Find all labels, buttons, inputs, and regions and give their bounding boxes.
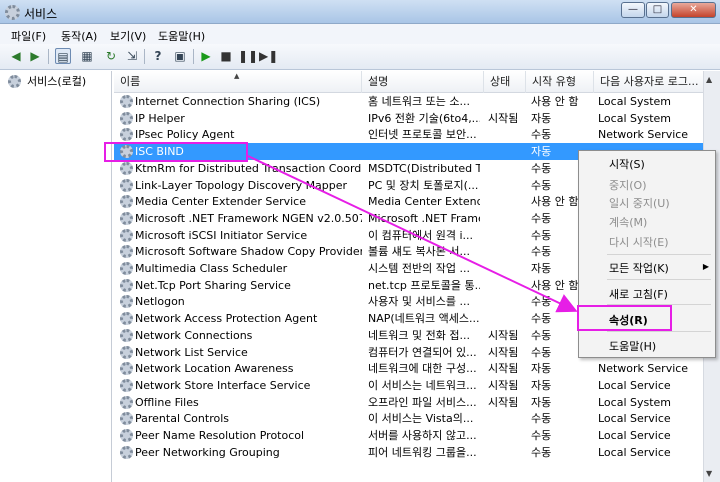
annotation-highlight-properties	[577, 305, 672, 331]
menu-item-pause: 일시 중지(U)	[609, 197, 670, 210]
menu-item-refresh[interactable]: 새로 고침(F)	[609, 286, 668, 302]
menu-item-help[interactable]: 도움말(H)	[609, 338, 656, 354]
menu-item-start[interactable]: 시작(S)	[609, 156, 645, 172]
menu-item-stop: 중지(O)	[609, 179, 647, 192]
menu-item-restart: 다시 시작(E)	[609, 236, 669, 249]
menu-separator	[607, 254, 711, 255]
menu-item-all-tasks[interactable]: 모든 작업(K)	[609, 260, 669, 276]
submenu-arrow-icon: ▶	[702, 262, 709, 271]
menu-item-resume: 계속(M)	[609, 216, 648, 229]
menu-separator	[607, 279, 711, 280]
menu-separator	[607, 331, 711, 332]
